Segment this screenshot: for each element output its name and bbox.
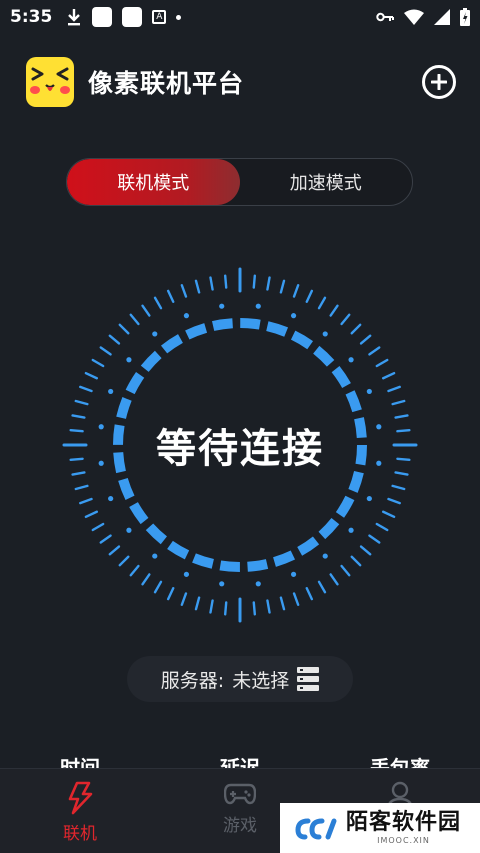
nav-online[interactable]: 联机: [0, 769, 160, 853]
download-icon: [68, 9, 81, 26]
wifi-icon: [404, 9, 424, 25]
notification-icons: A: [66, 7, 182, 27]
system-icons: [376, 8, 470, 26]
server-value: 未选择: [232, 669, 290, 692]
watermark: 陌客软件园 IMOOC.XIN: [280, 803, 480, 853]
keyboard-a-icon: A: [152, 10, 167, 24]
server-list-icon: [297, 667, 320, 691]
connection-status-text: 等待连接: [156, 426, 324, 472]
app-logo: [26, 57, 74, 107]
status-bar: 5:35 A: [0, 0, 480, 34]
watermark-subtext: IMOOC.XIN: [377, 835, 430, 845]
app-notification-icon: [92, 7, 113, 27]
tab-accelerate-mode[interactable]: 加速模式: [240, 159, 413, 205]
tab-online-mode[interactable]: 联机模式: [67, 159, 240, 205]
lightning-icon: [68, 781, 93, 815]
vpn-key-icon: [376, 12, 394, 22]
app-title: 像素联机平台: [88, 69, 245, 98]
server-selector[interactable]: 服务器: 未选择: [127, 656, 353, 702]
watermark-text: 陌客软件园: [346, 809, 462, 835]
app-header: 像素联机平台: [26, 56, 456, 108]
nav-games-label: 游戏: [223, 816, 257, 836]
battery-icon: [460, 8, 470, 26]
plus-icon: [431, 74, 447, 90]
add-button[interactable]: [422, 65, 456, 99]
gamepad-icon: [224, 783, 256, 805]
cell-signal-icon: [434, 9, 450, 25]
more-notifications-dot-icon: [176, 14, 182, 20]
connection-dial[interactable]: 等待连接: [60, 265, 420, 625]
nav-online-label: 联机: [63, 824, 97, 844]
status-time: 5:35: [10, 7, 53, 27]
server-label: 服务器:: [160, 669, 225, 692]
watermark-logo-icon: [295, 818, 337, 840]
app-notification-icon: [122, 7, 143, 27]
mode-switch: 联机模式 加速模式: [66, 158, 413, 206]
